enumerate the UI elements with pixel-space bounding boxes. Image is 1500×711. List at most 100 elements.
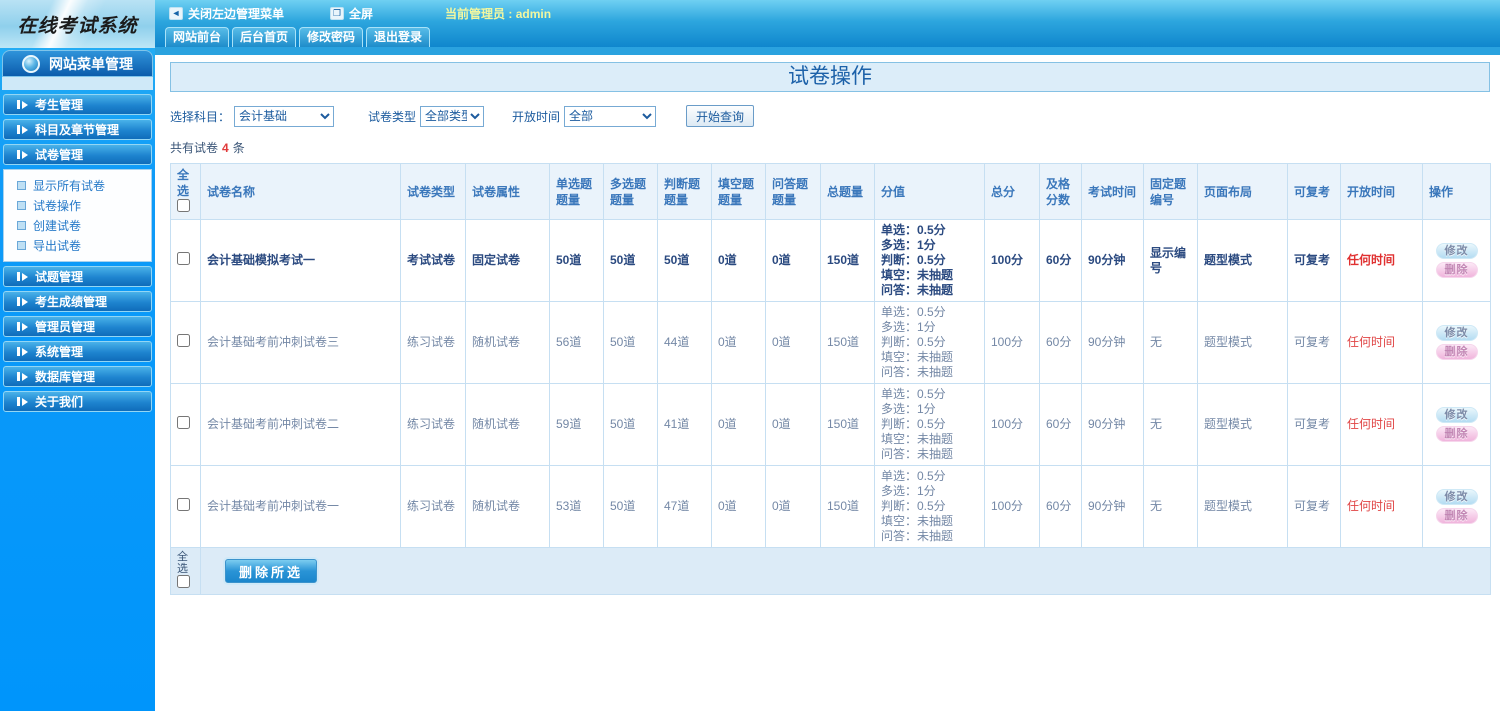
current-admin-label: 当前管理员 : admin xyxy=(445,6,552,21)
cell-score: 单选：0.5分 多选：1分 判断：0.5分 填空：未抽题 问答：未抽题 xyxy=(874,219,985,302)
type-filter-label: 试卷类型 xyxy=(368,109,417,124)
cell-layout: 题型模式 xyxy=(1197,465,1288,548)
cell-judge: 47道 xyxy=(657,465,712,548)
topbar: ◄ 关闭左边管理菜单 ❐ 全屏 当前管理员 : admin 网站前台 后台首页 … xyxy=(155,0,1500,47)
sidebar-group-label: 关于我们 xyxy=(35,395,84,409)
cell-blank: 0道 xyxy=(711,219,766,302)
header-open-time: 开放时间 xyxy=(1340,163,1423,220)
app-logo: 在线考试系统 xyxy=(0,0,155,48)
footer-select-all-checkbox[interactable] xyxy=(177,575,190,588)
open-time-filter-label: 开放时间 xyxy=(512,109,561,124)
header-select-all-checkbox[interactable] xyxy=(177,199,190,212)
subject-filter-label: 选择科目： xyxy=(170,109,231,124)
header-total-score: 总分 xyxy=(984,163,1040,220)
cell-total-score: 100分 xyxy=(984,465,1040,548)
cell-total: 150道 xyxy=(820,301,875,384)
delete-button[interactable]: 删除 xyxy=(1435,344,1478,360)
sidebar-item-create-paper[interactable]: 创建试卷 xyxy=(4,215,151,235)
sidebar-group-about[interactable]: 关于我们 xyxy=(3,391,152,412)
cell-actions: 修改 删除 xyxy=(1422,465,1491,548)
cell-qa: 0道 xyxy=(765,465,821,548)
sidebar-item-show-all-papers[interactable]: 显示所有试卷 xyxy=(4,175,151,195)
cell-score: 单选：0.5分 多选：1分 判断：0.5分 填空：未抽题 问答：未抽题 xyxy=(874,301,985,384)
header-duration: 考试时间 xyxy=(1081,163,1144,220)
summary-prefix: 共有试卷 xyxy=(170,141,219,155)
cell-attr: 随机试卷 xyxy=(465,465,550,548)
tab-site-front[interactable]: 网站前台 xyxy=(165,27,230,47)
sidebar-divider xyxy=(2,77,153,90)
cell-qa: 0道 xyxy=(765,219,821,302)
tab-logout[interactable]: 退出登录 xyxy=(366,27,431,47)
header-name: 试卷名称 xyxy=(200,163,401,220)
cell-duration: 90分钟 xyxy=(1081,219,1144,302)
cell-name: 会计基础考前冲刺试卷二 xyxy=(200,383,401,466)
header-layout: 页面布局 xyxy=(1197,163,1288,220)
sidebar-item-label: 试卷操作 xyxy=(33,198,82,213)
cell-fixed-no: 无 xyxy=(1143,383,1198,466)
sidebar-group-subject[interactable]: 科目及章节管理 xyxy=(3,119,152,140)
sidebar-group-label: 试卷管理 xyxy=(35,148,84,162)
sidebar-item-paper-operations[interactable]: 试卷操作 xyxy=(4,195,151,215)
sidebar-group-system[interactable]: 系统管理 xyxy=(3,341,152,362)
cell-pass-score: 60分 xyxy=(1039,465,1082,548)
subject-select[interactable]: 会计基础 xyxy=(234,105,335,127)
cell-total: 150道 xyxy=(820,219,875,302)
cell-judge: 50道 xyxy=(657,219,712,302)
cell-single: 50道 xyxy=(549,219,604,302)
modify-button[interactable]: 修改 xyxy=(1435,489,1478,505)
delete-button[interactable]: 删除 xyxy=(1435,262,1478,278)
cell-multi: 50道 xyxy=(603,383,658,466)
sidebar-group-paper[interactable]: 试卷管理 xyxy=(3,144,152,165)
modify-button[interactable]: 修改 xyxy=(1435,407,1478,423)
sidebar-group-label: 数据库管理 xyxy=(35,370,96,384)
sidebar-group-scores[interactable]: 考生成绩管理 xyxy=(3,291,152,312)
cell-multi: 50道 xyxy=(603,301,658,384)
table-header-row: 全选 试卷名称 试卷类型 试卷属性 单选题题量 多选题题量 判断题题量 填空题题… xyxy=(170,163,1491,220)
cell-judge: 41道 xyxy=(657,383,712,466)
header-type: 试卷类型 xyxy=(400,163,466,220)
cell-pass-score: 60分 xyxy=(1039,301,1082,384)
submenu-square-icon xyxy=(17,200,26,210)
sidebar-group-admins[interactable]: 管理员管理 xyxy=(3,316,152,337)
sidebar-group-database[interactable]: 数据库管理 xyxy=(3,366,152,387)
open-time-select[interactable]: 全部 xyxy=(564,105,657,127)
select-all-label: 全选 xyxy=(177,168,190,198)
row-checkbox[interactable] xyxy=(177,252,190,265)
cell-single: 53道 xyxy=(549,465,604,548)
exam-paper-table: 全选 试卷名称 试卷类型 试卷属性 单选题题量 多选题题量 判断题题量 填空题题… xyxy=(170,163,1491,595)
modify-button[interactable]: 修改 xyxy=(1435,325,1478,341)
cell-blank: 0道 xyxy=(711,383,766,466)
cell-fixed-no: 无 xyxy=(1143,301,1198,384)
delete-button[interactable]: 删除 xyxy=(1435,508,1478,524)
query-button[interactable]: 开始查询 xyxy=(686,105,755,127)
tab-change-password[interactable]: 修改密码 xyxy=(299,27,364,47)
close-left-menu-link[interactable]: ◄ 关闭左边管理菜单 xyxy=(169,5,284,22)
delete-button[interactable]: 删除 xyxy=(1435,426,1478,442)
cell-open-time: 任何时间 xyxy=(1340,301,1423,384)
fullscreen-link[interactable]: ❐ 全屏 xyxy=(330,5,373,22)
modify-button[interactable]: 修改 xyxy=(1435,243,1478,259)
tab-admin-home[interactable]: 后台首页 xyxy=(232,27,297,47)
delete-selected-button[interactable]: 删除所选 xyxy=(225,559,318,583)
sidebar-group-label: 试题管理 xyxy=(35,270,84,284)
row-checkbox[interactable] xyxy=(177,334,190,347)
cell-duration: 90分钟 xyxy=(1081,465,1144,548)
row-select-cell xyxy=(170,383,201,466)
cell-name: 会计基础考前冲刺试卷三 xyxy=(200,301,401,384)
cell-retake: 可复考 xyxy=(1287,465,1341,548)
header-qa-count: 问答题题量 xyxy=(765,163,821,220)
row-select-cell xyxy=(170,301,201,384)
sidebar-group-questions[interactable]: 试题管理 xyxy=(3,266,152,287)
sidebar-item-export-paper[interactable]: 导出试卷 xyxy=(4,235,151,255)
cell-multi: 50道 xyxy=(603,465,658,548)
topbar-bottom-strip xyxy=(155,47,1500,55)
header-pass-score: 及格分数 xyxy=(1039,163,1082,220)
header-total-count: 总题量 xyxy=(820,163,875,220)
sidebar-group-examinee[interactable]: 考生管理 xyxy=(3,94,152,115)
header-single-count: 单选题题量 xyxy=(549,163,604,220)
row-checkbox[interactable] xyxy=(177,416,190,429)
cell-multi: 50道 xyxy=(603,219,658,302)
paper-type-select[interactable]: 全部类型 xyxy=(420,105,485,127)
sidebar-group-label: 考生成绩管理 xyxy=(35,295,108,309)
row-checkbox[interactable] xyxy=(177,498,190,511)
